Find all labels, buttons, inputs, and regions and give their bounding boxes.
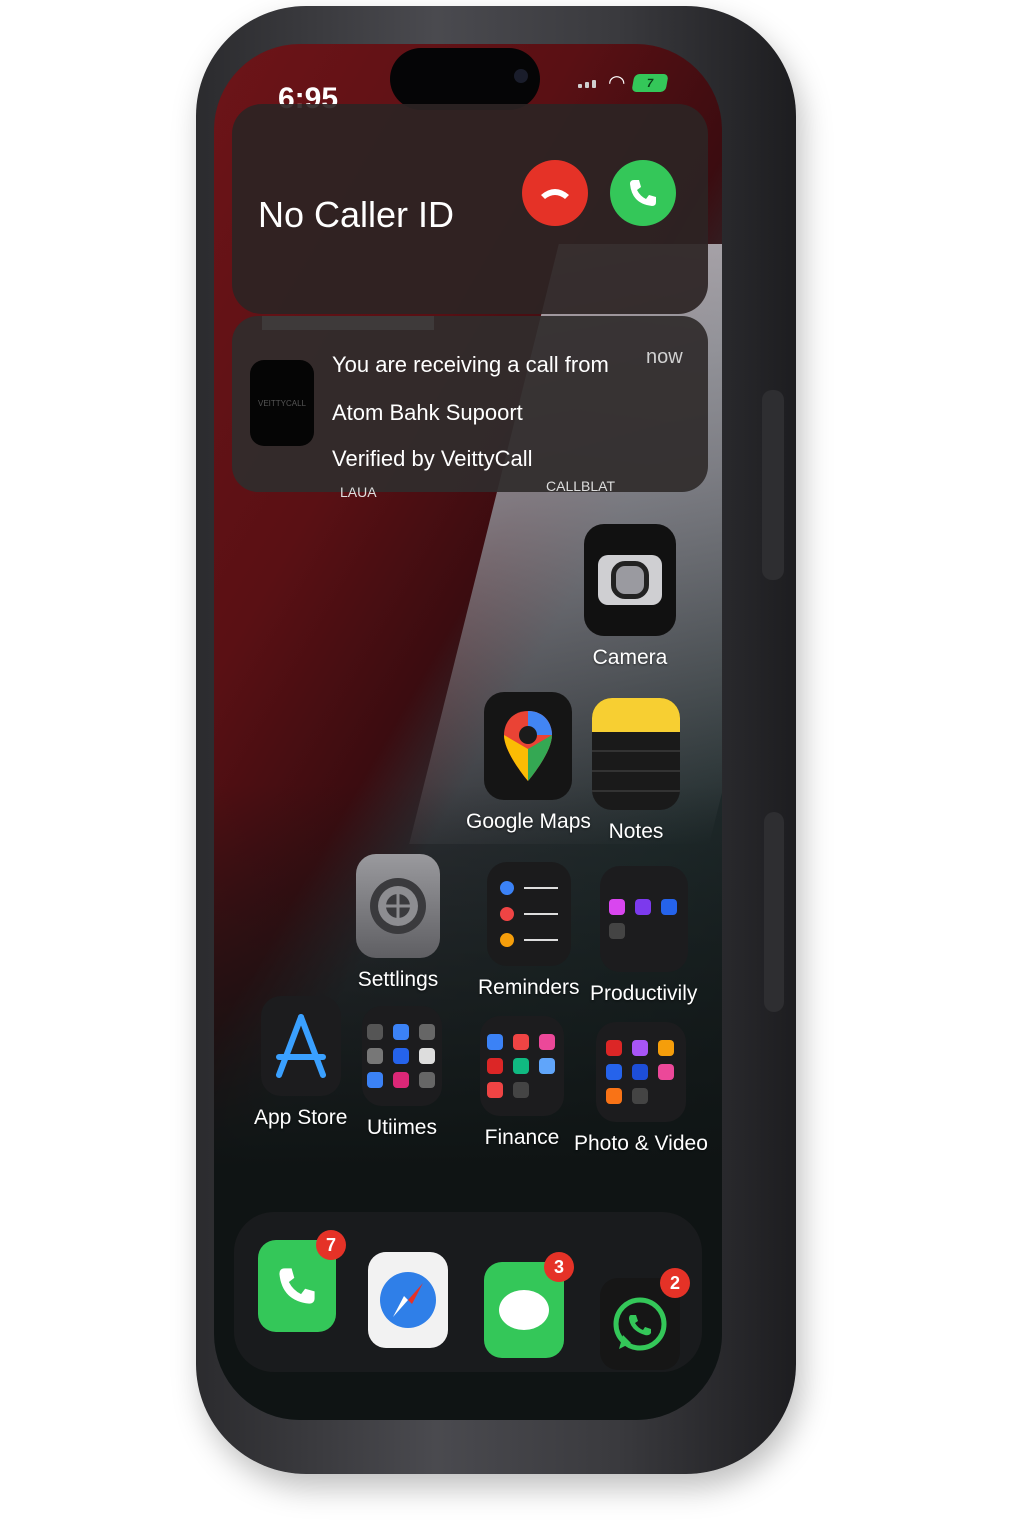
front-camera-icon <box>514 69 528 83</box>
app-label: Productivily <box>590 982 698 1005</box>
app-app-store[interactable]: App Store <box>254 996 347 1130</box>
folder-utilities[interactable]: Utiimes <box>362 1006 442 1140</box>
side-button-lower <box>764 812 784 1012</box>
accept-call-button[interactable] <box>610 160 676 226</box>
dock-app-phone[interactable]: 7 <box>258 1230 346 1332</box>
map-pin-icon <box>484 692 573 800</box>
app-notes[interactable]: Notes <box>592 698 680 844</box>
notification-badge: 2 <box>660 1268 690 1298</box>
widget-label-right: CALLBLAT <box>546 478 615 494</box>
app-label: Camera <box>592 646 668 669</box>
dock-app-messages[interactable]: 3 <box>484 1252 574 1358</box>
notes-icon <box>592 698 680 810</box>
app-settings[interactable]: Settlings <box>356 854 440 992</box>
app-label: App Store <box>254 1106 348 1129</box>
side-button <box>762 390 784 580</box>
app-google-maps[interactable]: Google Maps <box>466 692 591 834</box>
app-label: Finance <box>484 1126 560 1149</box>
dock-app-whatsapp[interactable]: 2 <box>600 1268 690 1370</box>
phone-icon <box>630 180 656 206</box>
notification-badge: 7 <box>316 1230 346 1260</box>
settings-gear-icon <box>356 854 440 958</box>
app-camera[interactable]: Camera <box>584 524 676 670</box>
compass-icon <box>368 1252 448 1348</box>
message-bubble-icon: 3 <box>484 1252 574 1358</box>
signal-icon <box>578 78 600 88</box>
app-label: Google Maps <box>466 810 591 833</box>
app-label: Notes <box>608 820 664 843</box>
dock-app-safari[interactable] <box>368 1252 448 1348</box>
folder-icon <box>599 866 688 972</box>
notification-time: now <box>646 346 683 368</box>
notification-line-2: Atom Bahk Supoort <box>332 400 523 425</box>
app-reminders[interactable]: Reminders <box>478 862 580 1000</box>
notification-badge: 3 <box>544 1252 574 1282</box>
battery-icon: 7 <box>631 73 670 92</box>
veittycall-app-icon: VEITTYCALL <box>250 360 314 446</box>
phone-icon: 7 <box>258 1230 346 1332</box>
wifi-icon: ◠ <box>608 72 626 94</box>
folder-finance[interactable]: Finance <box>480 1016 564 1150</box>
decline-call-button[interactable] <box>522 160 588 226</box>
caller-name: No Caller ID <box>258 194 455 235</box>
camera-icon <box>584 524 676 636</box>
notification-line-3: Verified by VeittyCall <box>332 446 533 471</box>
status-indicators: ◠ 7 <box>578 70 670 95</box>
folder-photo-video[interactable]: Photo & Video <box>574 1022 708 1156</box>
app-label: Settlings <box>357 968 439 991</box>
folder-icon <box>362 1006 442 1106</box>
app-label: Photo & Video <box>574 1132 708 1155</box>
whatsapp-icon: 2 <box>600 1268 690 1370</box>
folder-productivity[interactable]: Productivily <box>590 866 697 1006</box>
widget-label-left: LAUA <box>340 484 377 500</box>
reminders-icon <box>486 862 571 966</box>
folder-icon <box>595 1022 686 1122</box>
call-notification[interactable]: VEITTYCALL You are receiving a call from… <box>232 316 708 492</box>
folder-icon <box>480 1016 564 1116</box>
app-store-icon <box>260 996 341 1096</box>
app-label: Reminders <box>478 976 580 999</box>
home-screen: 6:95 ◠ 7 No Caller ID VEITTYCALL You are… <box>214 44 722 1420</box>
app-label: Utiimes <box>366 1116 437 1139</box>
notification-line-1: You are receiving a call from <box>332 352 609 377</box>
hang-up-icon <box>541 189 569 199</box>
